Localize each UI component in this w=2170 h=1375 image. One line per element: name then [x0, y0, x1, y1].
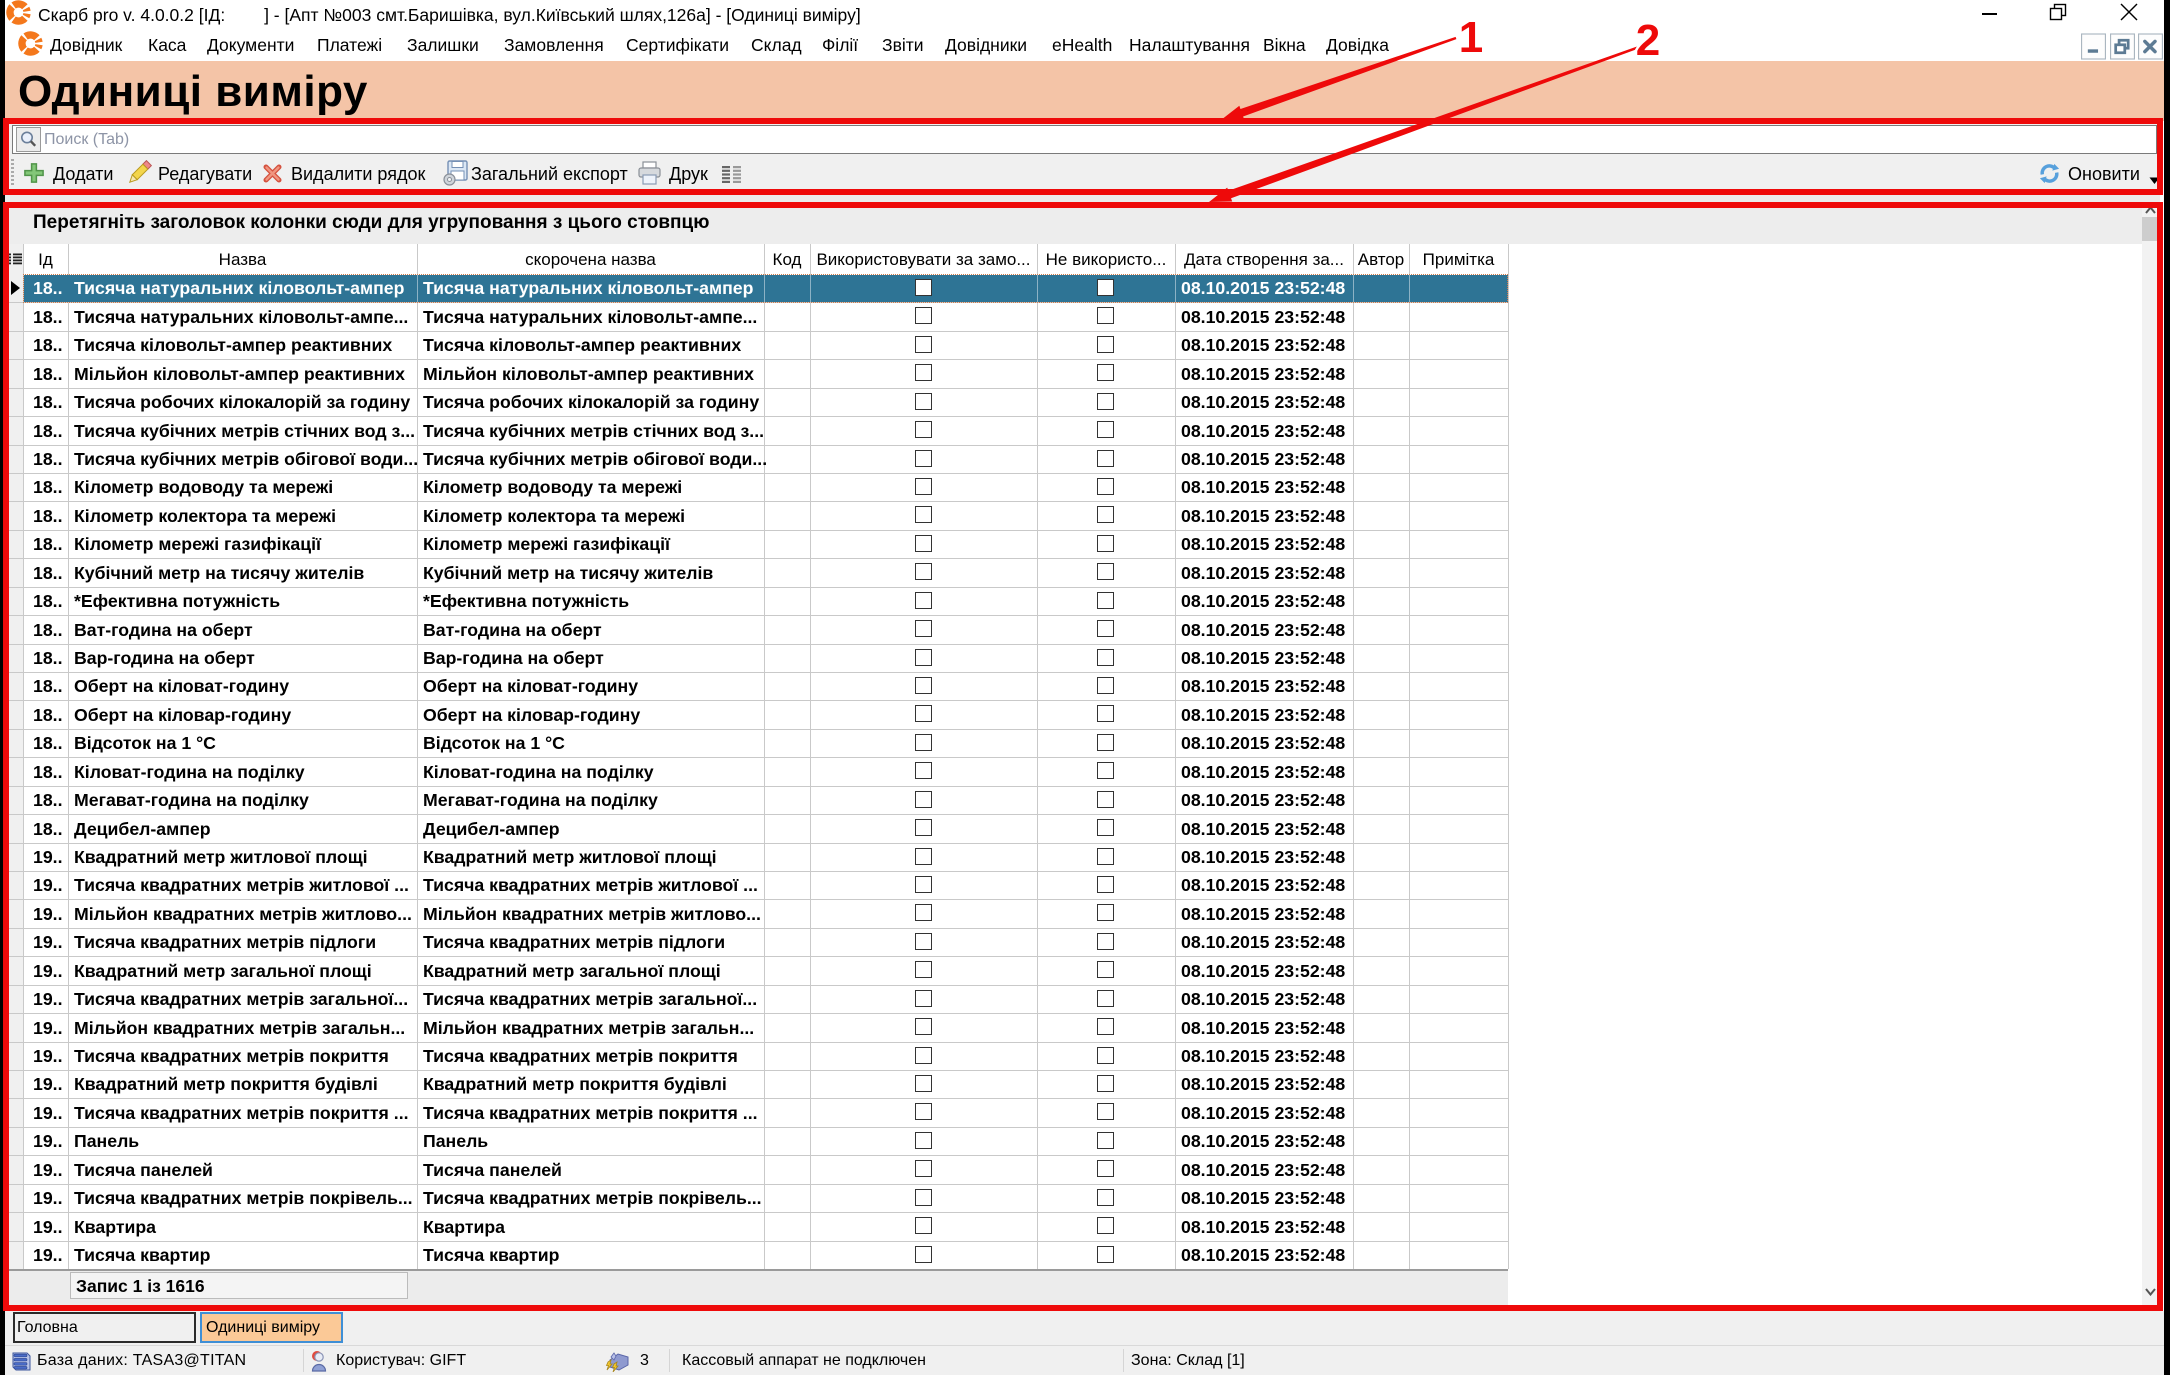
svg-text:1: 1 [1459, 13, 1483, 62]
svg-text:2: 2 [1636, 16, 1660, 65]
